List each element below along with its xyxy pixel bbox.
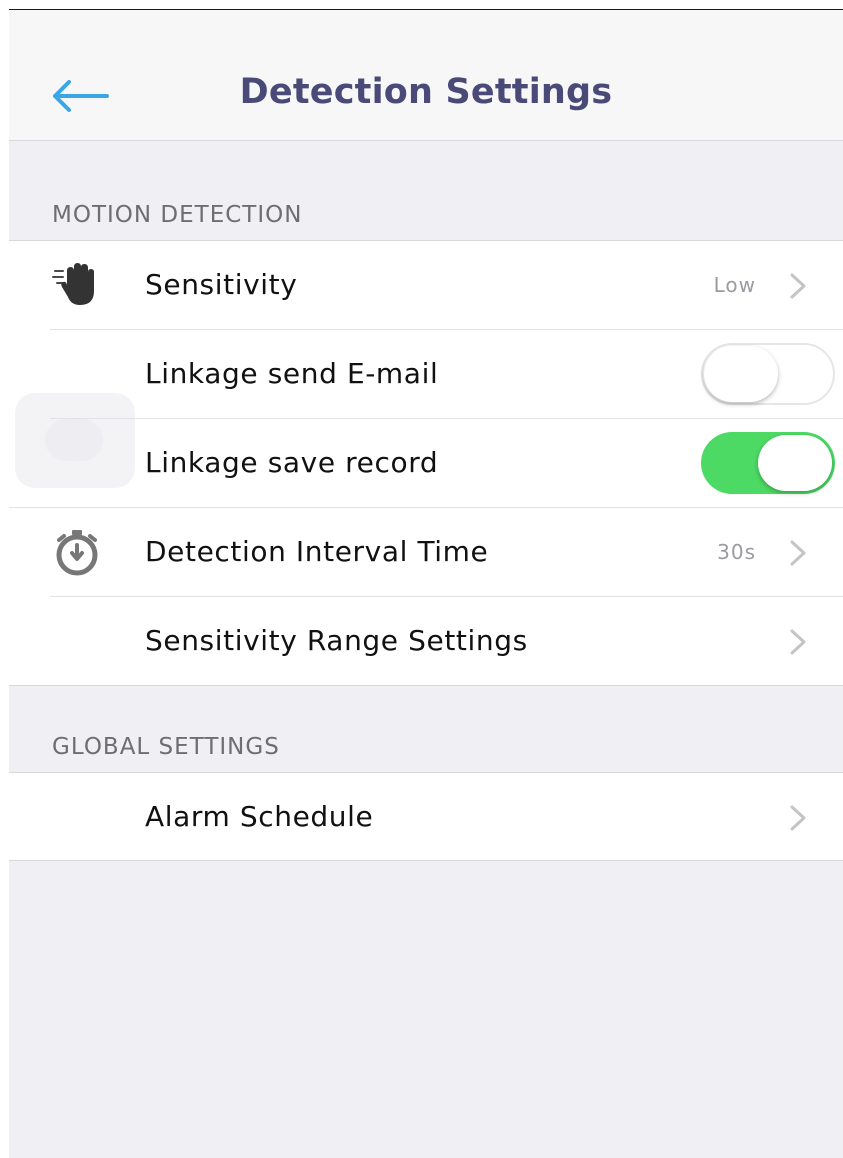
assistive-touch-button[interactable] xyxy=(15,393,135,488)
hand-icon xyxy=(52,263,94,305)
sensitivity-range-settings-label: Sensitivity Range Settings xyxy=(145,624,528,657)
status-bar xyxy=(9,10,843,50)
alarm-schedule-label: Alarm Schedule xyxy=(145,800,374,833)
chevron-right-icon xyxy=(790,629,806,655)
navigation-bar: Detection Settings xyxy=(9,50,843,141)
alarm-schedule-row[interactable]: Alarm Schedule xyxy=(9,773,843,860)
chevron-right-icon xyxy=(790,540,806,566)
sensitivity-range-settings-row[interactable]: Sensitivity Range Settings xyxy=(9,597,843,685)
section-header-global-settings: GLOBAL SETTINGS xyxy=(9,728,843,772)
stopwatch-icon xyxy=(56,530,98,576)
section-header-motion-detection: MOTION DETECTION xyxy=(9,196,843,240)
toggle-knob xyxy=(704,346,778,402)
section-header-label: GLOBAL SETTINGS xyxy=(52,734,280,760)
linkage-save-record-toggle[interactable] xyxy=(701,432,835,494)
linkage-save-record-label: Linkage save record xyxy=(145,446,439,479)
chevron-right-icon xyxy=(790,805,806,831)
linkage-send-email-label: Linkage send E-mail xyxy=(145,357,439,390)
sensitivity-label: Sensitivity xyxy=(145,268,298,301)
detection-interval-time-value: 30s xyxy=(717,540,756,564)
sensitivity-value: Low xyxy=(713,273,756,297)
global-settings-group: Alarm Schedule xyxy=(9,772,843,861)
linkage-send-email-row: Linkage send E-mail xyxy=(9,330,843,419)
sensitivity-row[interactable]: Sensitivity Low xyxy=(9,241,843,330)
chevron-right-icon xyxy=(790,273,806,299)
page-title: Detection Settings xyxy=(239,72,613,112)
linkage-send-email-toggle[interactable] xyxy=(701,343,835,405)
assistive-touch-knob xyxy=(45,419,103,461)
screen: Detection Settings MOTION DETECTION Sens… xyxy=(9,9,843,1158)
toggle-knob xyxy=(758,435,832,491)
detection-interval-time-label: Detection Interval Time xyxy=(145,535,489,568)
detection-interval-time-row[interactable]: Detection Interval Time 30s xyxy=(9,508,843,597)
section-header-label: MOTION DETECTION xyxy=(52,202,303,228)
